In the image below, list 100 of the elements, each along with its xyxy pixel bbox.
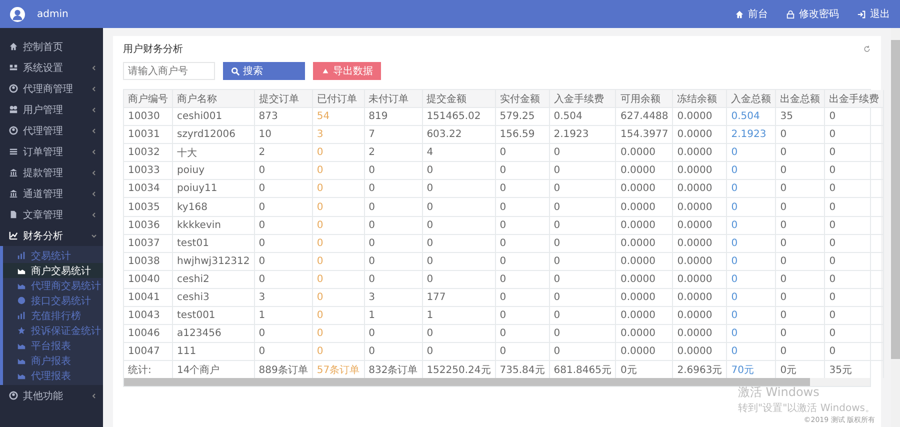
table-cell: 0 <box>824 270 884 288</box>
table-cell: 4 <box>422 144 496 162</box>
menu-item[interactable]: 控制首页 <box>0 36 103 57</box>
table-cell: 111 <box>172 342 254 361</box>
bars-icon <box>17 311 26 320</box>
table-cell: 0 <box>495 198 550 216</box>
table-cell: 十大 <box>172 144 254 162</box>
table-cell: 0.504 <box>726 108 776 126</box>
submenu-item[interactable]: 交易统计 <box>3 248 103 263</box>
export-button[interactable]: 导出数据 <box>313 62 381 80</box>
table-cell: 0 <box>422 198 496 216</box>
table-cell: 0.0000 <box>672 180 727 198</box>
horizontal-scrollbar[interactable] <box>124 378 870 386</box>
column-header[interactable]: 实付金额 <box>495 90 550 108</box>
table-cell: 0 <box>364 198 422 216</box>
column-header[interactable]: 冻结余额 <box>672 90 727 108</box>
table-cell: test001 <box>172 306 254 325</box>
table-cell: 0 <box>726 342 776 361</box>
table-cell: 10035 <box>124 198 172 216</box>
table-cell: 0 <box>824 288 884 307</box>
table-cell: 0 <box>726 252 776 270</box>
activation-text: 转到"设置"以激活 Windows。 <box>738 402 875 415</box>
table-cell: 0 <box>726 306 776 325</box>
search-button[interactable]: 搜索 <box>223 62 305 80</box>
table-cell: 0 <box>726 270 776 288</box>
table-cell: 0 <box>364 324 422 343</box>
table-cell: hwjhwj312312 <box>172 252 254 270</box>
table-cell: 0 <box>824 234 884 252</box>
table-cell: 156.59 <box>495 126 550 144</box>
table-cell: 0 <box>776 126 825 144</box>
column-header[interactable]: 可用余额 <box>616 90 673 108</box>
menu-item[interactable]: 财务分析 <box>0 225 103 246</box>
table-cell: 0 <box>495 270 550 288</box>
table-cell: 10046 <box>124 324 172 343</box>
table-cell: 0 <box>549 234 616 252</box>
table-cell: 0 <box>495 144 550 162</box>
bank-icon <box>9 189 18 198</box>
table-cell: 0.0000 <box>616 216 673 234</box>
table-cell: 3 <box>364 288 422 307</box>
table-cell: 0 <box>495 234 550 252</box>
column-header[interactable]: 出金手续费 <box>824 90 884 108</box>
panel-title: 用户财务分析 <box>123 42 183 56</box>
menu-item[interactable]: 代理商管理 <box>0 78 103 99</box>
column-header[interactable]: 提交订单 <box>254 90 312 108</box>
table-cell: test01 <box>172 234 254 252</box>
settings-icon <box>9 63 18 72</box>
menu-item[interactable]: 文章管理 <box>0 204 103 225</box>
table-cell: 10030 <box>124 108 172 126</box>
table-cell: 0 <box>549 306 616 325</box>
table-cell: 0.0000 <box>672 234 727 252</box>
table-cell: 0 <box>495 216 550 234</box>
table-cell: 0 <box>726 324 776 343</box>
menu-item[interactable]: 代理管理 <box>0 120 103 141</box>
menu-item[interactable]: 提款管理 <box>0 162 103 183</box>
refresh-icon[interactable] <box>863 45 871 53</box>
submenu-item[interactable]: 商户报表 <box>3 353 103 368</box>
column-header[interactable]: 未付订单 <box>364 90 422 108</box>
menu-item[interactable]: 其他功能 <box>0 385 103 406</box>
submenu-item[interactable]: 代理报表 <box>3 368 103 383</box>
bank-icon <box>9 168 18 177</box>
column-header[interactable]: 提交金额 <box>422 90 496 108</box>
header-link[interactable]: 退出 <box>857 7 890 21</box>
table-cell: 0.0000 <box>672 126 727 144</box>
submenu-item[interactable]: 投诉保证金统计 <box>3 323 103 338</box>
table-cell: 0.0000 <box>616 198 673 216</box>
submenu-item[interactable]: 充值排行榜 <box>3 308 103 323</box>
table-cell: 0.0000 <box>672 216 727 234</box>
column-header[interactable]: 入金总额 <box>726 90 776 108</box>
menu-item[interactable]: 系统设置 <box>0 57 103 78</box>
column-header[interactable]: 出金总额 <box>776 90 825 108</box>
table-cell: 0 <box>776 252 825 270</box>
column-header[interactable]: 商户编号 <box>124 90 172 108</box>
pie-icon <box>17 296 26 305</box>
menu-item[interactable]: 用户管理 <box>0 99 103 120</box>
table-cell: 0.0000 <box>672 162 727 180</box>
table-cell: 10043 <box>124 306 172 325</box>
table-cell: poiuy <box>172 162 254 180</box>
table-cell: 0 <box>824 306 884 325</box>
submenu-item[interactable]: 平台报表 <box>3 338 103 353</box>
home-icon <box>9 42 18 51</box>
column-header[interactable]: 入金手续费 <box>549 90 616 108</box>
table-cell: 819 <box>364 108 422 126</box>
column-header[interactable]: 已付订单 <box>312 90 364 108</box>
submenu-item[interactable]: 接口交易统计 <box>3 293 103 308</box>
column-header[interactable]: 商户名称 <box>172 90 254 108</box>
list-icon <box>9 147 18 156</box>
table-cell: 2 <box>254 144 312 162</box>
menu-item[interactable]: 通道管理 <box>0 183 103 204</box>
menu-item[interactable]: 订单管理 <box>0 141 103 162</box>
table-cell: 0 <box>495 342 550 361</box>
submenu-item[interactable]: 商户交易统计 <box>3 263 103 278</box>
table-cell: 0.0000 <box>616 324 673 343</box>
table-cell: 0 <box>495 180 550 198</box>
header-link[interactable]: 修改密码 <box>786 7 839 21</box>
table-cell: 1 <box>364 306 422 325</box>
search-field[interactable]: 请输入商户号 <box>123 62 215 80</box>
header-link[interactable]: 前台 <box>735 7 768 21</box>
table-cell: 0 <box>495 306 550 325</box>
table-cell: 0 <box>364 180 422 198</box>
submenu-item[interactable]: 代理商交易统计 <box>3 278 103 293</box>
